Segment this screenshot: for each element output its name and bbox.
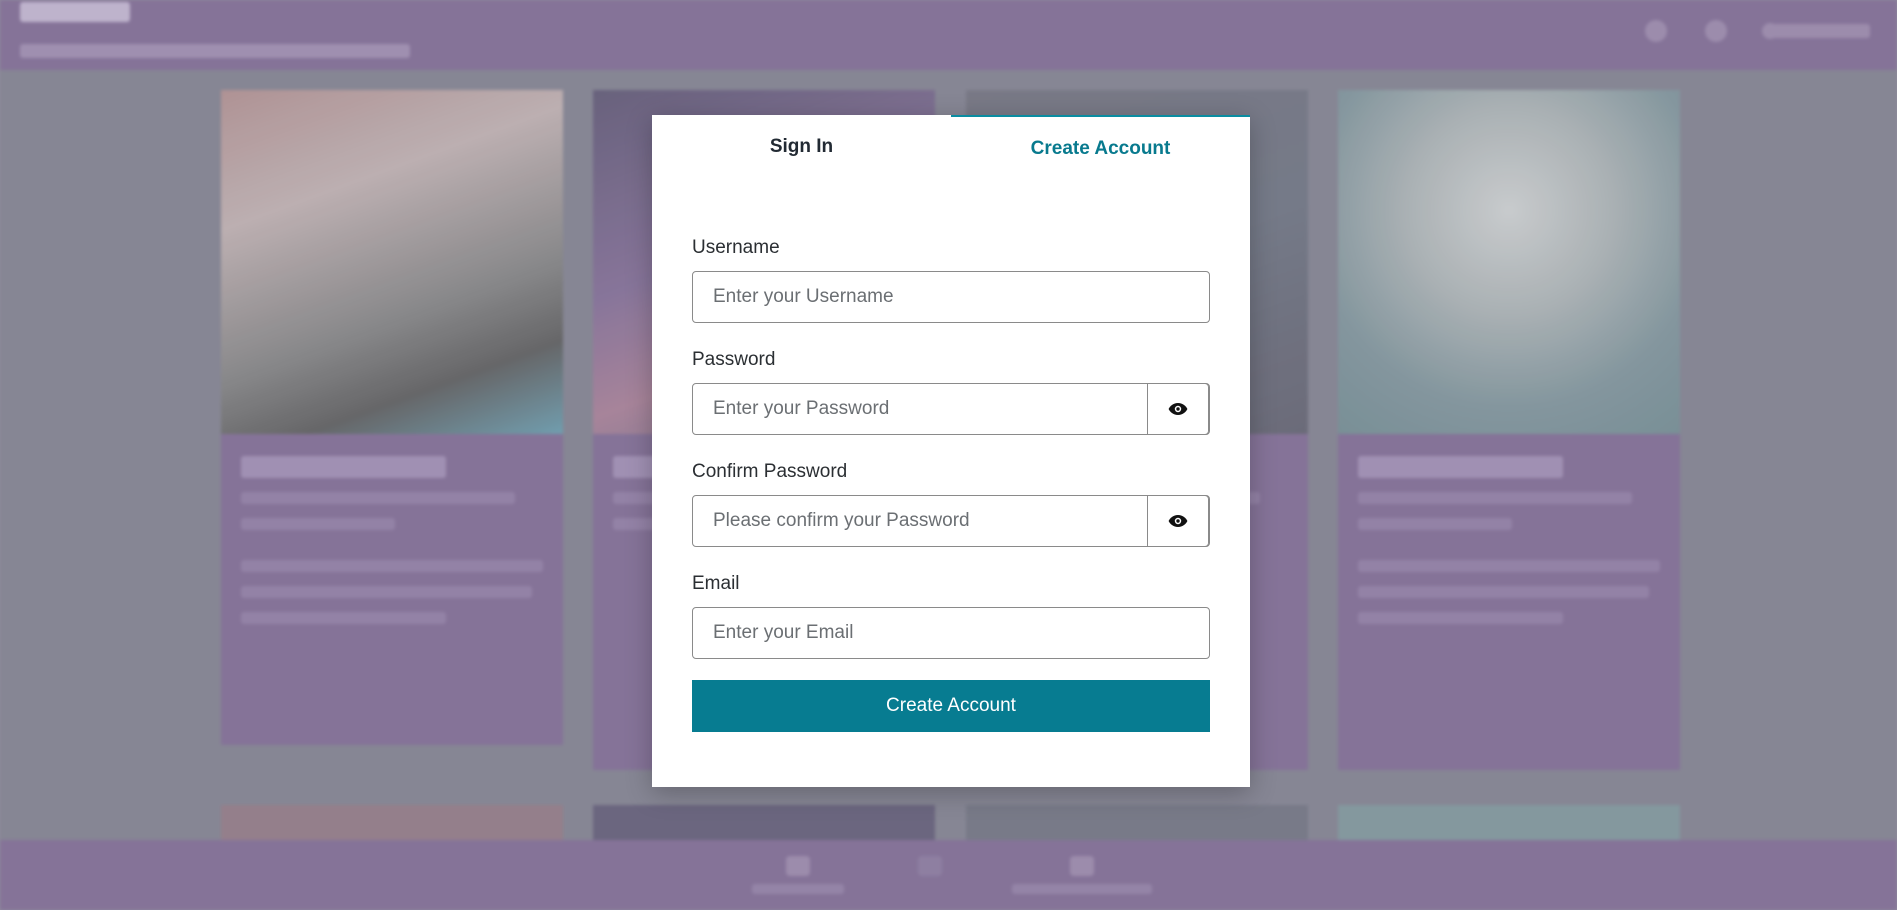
email-input[interactable] (693, 608, 1209, 658)
username-input[interactable] (693, 272, 1209, 322)
password-field (692, 383, 1210, 435)
password-input[interactable] (693, 384, 1149, 434)
eye-icon (1168, 515, 1188, 527)
confirm-password-input[interactable] (693, 496, 1149, 546)
password-label: Password (692, 349, 776, 370)
auth-tabs: Sign In Create Account (652, 115, 1250, 177)
username-label: Username (692, 237, 780, 258)
username-field (692, 271, 1210, 323)
create-account-button[interactable]: Create Account (692, 680, 1210, 732)
tab-sign-in[interactable]: Sign In (652, 115, 951, 177)
auth-modal: Sign In Create Account Username Password… (652, 115, 1250, 787)
email-label: Email (692, 573, 740, 594)
password-visibility-toggle[interactable] (1147, 383, 1209, 435)
confirm-password-visibility-toggle[interactable] (1147, 495, 1209, 547)
tab-create-account[interactable]: Create Account (951, 115, 1250, 177)
eye-icon (1168, 403, 1188, 415)
confirm-password-field (692, 495, 1210, 547)
email-field (692, 607, 1210, 659)
confirm-password-label: Confirm Password (692, 461, 848, 482)
